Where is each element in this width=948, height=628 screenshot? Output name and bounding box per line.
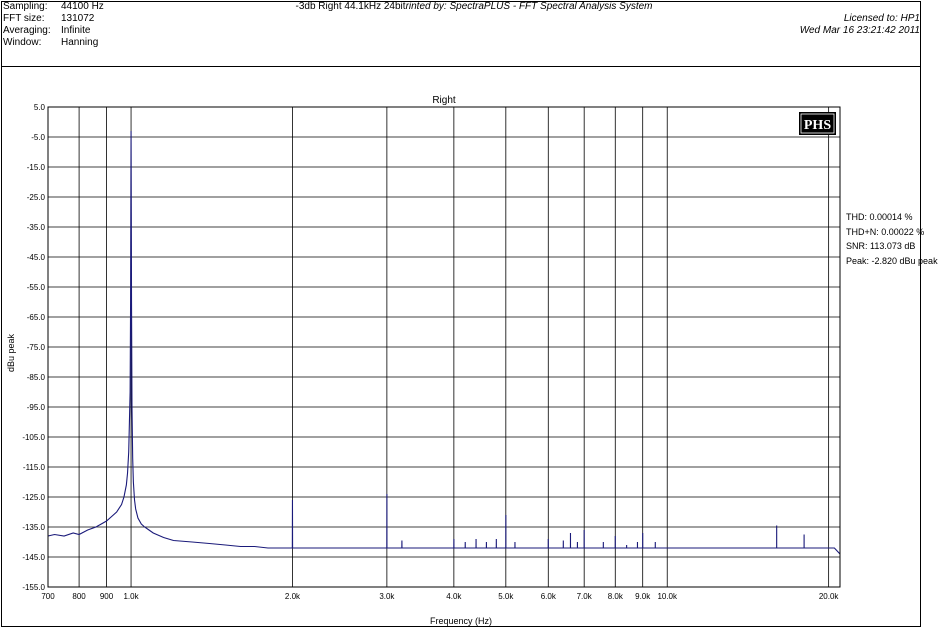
x-tick-label: 9.0k [635,592,651,601]
y-tick-label: -125.0 [22,493,45,502]
peak-readout: Peak: -2.820 dBu peak [846,255,938,266]
y-tick-label: -35.0 [27,223,46,232]
snr-readout: SNR: 113.073 dB [846,241,916,251]
y-tick-label: -115.0 [23,463,46,472]
x-tick-label: 7.0k [577,592,593,601]
thdn-readout: THD+N: 0.00022 % [846,226,925,237]
x-tick-label: 20.0k [819,592,840,601]
grid [47,106,840,588]
spectrum-trace [47,130,841,555]
y-tick-label: -135.0 [22,523,45,532]
x-tick-label: 1.0k [123,592,139,601]
thd-readout: THD: 0.00014 % [846,212,913,222]
y-tick-label: -45.0 [27,253,46,262]
y-axis-label: dBu peak [6,333,16,372]
x-tick-label: 900 [100,592,114,601]
y-tick-label: -55.0 [27,283,46,292]
y-tick-label: -95.0 [27,403,46,412]
x-tick-label: 2.0k [285,592,301,601]
x-tick-label: 3.0k [379,592,395,601]
phs-logo-text: PHS [804,118,831,133]
x-tick-label: 10.0k [657,592,678,601]
x-tick-label: 700 [41,592,55,601]
x-axis-ticks: 700 800 900 1.0k 2.0k 3.0k 4.0k 5.0k 6.0k 7.0k 8.0… [41,592,839,601]
spectrum-chart: Right 5.0 -5.0 -15.0 -25.0 -35.0 -45.0 -55.0 -6… [6,95,841,626]
measurement-stats: THD: 0.00014 % THD+N: 0.00022 % SNR: 113… [846,210,938,268]
x-tick-label: 800 [72,592,86,601]
y-tick-label: -75.0 [27,343,46,352]
y-tick-label: -65.0 [27,313,46,322]
x-tick-label: 6.0k [541,592,557,601]
y-tick-label: -85.0 [27,373,46,382]
y-tick-label: -5.0 [31,133,45,142]
y-tick-label: -105.0 [22,433,45,442]
x-tick-label: 8.0k [608,592,624,601]
y-axis-ticks: 5.0 -5.0 -15.0 -25.0 -35.0 -45.0 -55.0 -65.0 -75… [22,103,45,592]
x-tick-label: 5.0k [498,592,514,601]
x-tick-label: 4.0k [446,592,462,601]
y-tick-label: -25.0 [27,193,46,202]
phs-logo: PHS [799,112,836,135]
chart-title: Right [432,95,456,106]
y-tick-label: -145.0 [22,553,45,562]
x-axis-label: Frequency (Hz) [430,616,492,626]
y-tick-label: -155.0 [22,583,45,592]
y-tick-label: 5.0 [34,103,46,112]
y-tick-label: -15.0 [27,163,46,172]
